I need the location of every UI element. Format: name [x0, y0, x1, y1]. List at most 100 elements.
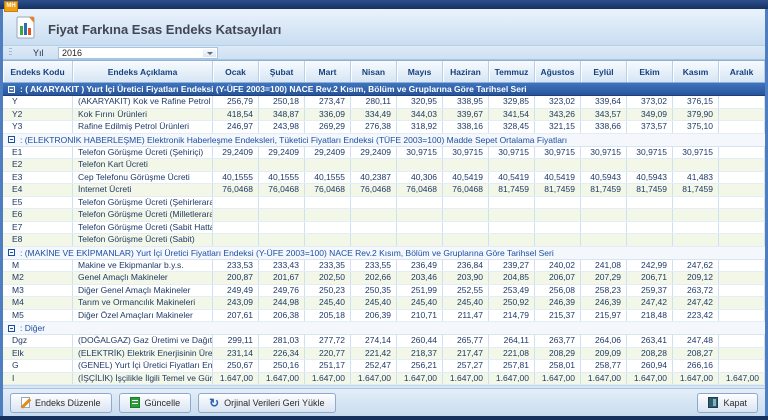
cell-month-value[interactable]: 81,7459	[489, 184, 535, 196]
cell-month-value[interactable]: 260,44	[397, 335, 443, 347]
cell-month-value[interactable]: 233,43	[259, 260, 305, 272]
cell-month-value[interactable]: 30,9715	[535, 147, 581, 159]
cell-month-value[interactable]: 1.647,00	[489, 373, 535, 385]
table-row[interactable]: M2Genel Amaçlı Makineler200,87201,67202,…	[3, 272, 765, 285]
cell-index-code[interactable]: G	[3, 360, 73, 372]
cell-month-value[interactable]: 321,15	[535, 121, 581, 133]
cell-month-value[interactable]: 264,11	[489, 335, 535, 347]
cell-month-value[interactable]	[719, 172, 765, 184]
cell-index-description[interactable]: Rafine Edilmiş Petrol Ürünleri	[73, 121, 213, 133]
cell-month-value[interactable]: 249,76	[259, 285, 305, 297]
cell-month-value[interactable]: 1.647,00	[213, 373, 259, 385]
cell-month-value[interactable]: 379,90	[673, 109, 719, 121]
cell-index-code[interactable]: Dgz	[3, 335, 73, 347]
cell-month-value[interactable]	[535, 222, 581, 234]
cell-month-value[interactable]: 208,29	[535, 348, 581, 360]
cell-index-code[interactable]: Y3	[3, 121, 73, 133]
cell-month-value[interactable]: 203,90	[443, 272, 489, 284]
cell-month-value[interactable]	[489, 159, 535, 171]
cell-index-description[interactable]: Telefon Görüşme Ücreti (Milletlerarası)	[73, 209, 213, 221]
cell-month-value[interactable]	[673, 234, 719, 246]
cell-month-value[interactable]: 30,9715	[397, 147, 443, 159]
cell-month-value[interactable]: 215,97	[581, 310, 627, 322]
table-row[interactable]: Elk(ELEKTRİK) Elektrik Enerjisinin Üreti…	[3, 348, 765, 361]
cell-month-value[interactable]	[489, 197, 535, 209]
cell-month-value[interactable]: 318,92	[397, 121, 443, 133]
cell-month-value[interactable]: 205,18	[305, 310, 351, 322]
cell-month-value[interactable]	[719, 197, 765, 209]
cell-month-value[interactable]: 239,27	[489, 260, 535, 272]
cell-month-value[interactable]	[719, 310, 765, 322]
cell-month-value[interactable]: 256,21	[397, 360, 443, 372]
cell-index-code[interactable]: E5	[3, 197, 73, 209]
cell-month-value[interactable]	[213, 209, 259, 221]
cell-month-value[interactable]: 281,03	[259, 335, 305, 347]
cell-month-value[interactable]: 373,57	[627, 121, 673, 133]
cell-month-value[interactable]: 253,49	[489, 285, 535, 297]
cell-index-code[interactable]: E4	[3, 184, 73, 196]
cell-month-value[interactable]: 244,98	[259, 297, 305, 309]
cell-month-value[interactable]	[627, 234, 673, 246]
table-row[interactable]: E5Telefon Görüşme Ücreti (Şehirlerarası)	[3, 197, 765, 210]
table-row[interactable]: E6Telefon Görüşme Ücreti (Milletlerarası…	[3, 209, 765, 222]
cell-month-value[interactable]: 263,72	[673, 285, 719, 297]
cell-month-value[interactable]: 257,81	[489, 360, 535, 372]
cell-month-value[interactable]: 247,42	[627, 297, 673, 309]
column-header-5[interactable]: Nisan	[351, 61, 397, 82]
cell-month-value[interactable]: 223,42	[673, 310, 719, 322]
cell-month-value[interactable]	[397, 222, 443, 234]
cell-month-value[interactable]: 30,9715	[581, 147, 627, 159]
cell-month-value[interactable]	[719, 360, 765, 372]
cell-month-value[interactable]: 273,47	[305, 96, 351, 108]
cell-month-value[interactable]: 1.647,00	[581, 373, 627, 385]
cell-month-value[interactable]: 210,71	[397, 310, 443, 322]
cell-index-description[interactable]: Kok Fırını Ürünleri	[73, 109, 213, 121]
table-row[interactable]: G(GENEL) Yurt İçi Üretici Fiyatları Ende…	[3, 360, 765, 373]
cell-month-value[interactable]: 201,67	[259, 272, 305, 284]
cell-month-value[interactable]: 336,09	[305, 109, 351, 121]
cell-index-description[interactable]: Telefon Görüşme Ücreti (Şehiriçi)	[73, 147, 213, 159]
cell-index-description[interactable]: Tarım ve Ormancılık Makineleri	[73, 297, 213, 309]
cell-month-value[interactable]: 245,40	[443, 297, 489, 309]
cell-month-value[interactable]	[351, 222, 397, 234]
group-header-row[interactable]: : (MAKİNE VE EKİPMANLAR) Yurt İçi Üretic…	[3, 247, 765, 260]
cell-month-value[interactable]: 250,16	[259, 360, 305, 372]
cell-index-code[interactable]: E3	[3, 172, 73, 184]
cell-month-value[interactable]: 339,64	[581, 96, 627, 108]
table-row[interactable]: I(İŞÇİLİK) İşçilikle İlgili Temel ve Gün…	[3, 373, 765, 386]
cell-month-value[interactable]: 344,03	[397, 109, 443, 121]
cell-month-value[interactable]: 338,66	[581, 121, 627, 133]
cell-month-value[interactable]	[627, 197, 673, 209]
cell-month-value[interactable]: 217,47	[443, 348, 489, 360]
table-row[interactable]: MMakine ve Ekipmanlar b.y.s.233,53233,43…	[3, 260, 765, 273]
cell-month-value[interactable]: 40,1555	[213, 172, 259, 184]
cell-month-value[interactable]: 206,39	[351, 310, 397, 322]
table-row[interactable]: E2Telefon Kart Ücreti	[3, 159, 765, 172]
cell-month-value[interactable]: 29,2409	[351, 147, 397, 159]
cell-month-value[interactable]: 214,79	[489, 310, 535, 322]
cell-month-value[interactable]: 76,0468	[443, 184, 489, 196]
cell-month-value[interactable]	[397, 197, 443, 209]
year-combobox[interactable]: 2016	[58, 47, 218, 59]
cell-month-value[interactable]: 76,0468	[305, 184, 351, 196]
cell-month-value[interactable]: 341,54	[489, 109, 535, 121]
cell-month-value[interactable]: 236,49	[397, 260, 443, 272]
cell-index-code[interactable]: I	[3, 373, 73, 385]
cell-month-value[interactable]: 264,06	[581, 335, 627, 347]
cell-month-value[interactable]: 218,48	[627, 310, 673, 322]
column-header-11[interactable]: Ekim	[627, 61, 673, 82]
cell-index-code[interactable]: Elk	[3, 348, 73, 360]
cell-month-value[interactable]: 240,02	[535, 260, 581, 272]
cell-month-value[interactable]: 1.647,00	[259, 373, 305, 385]
cell-month-value[interactable]: 250,23	[305, 285, 351, 297]
cell-index-description[interactable]: Makine ve Ekipmanlar b.y.s.	[73, 260, 213, 272]
cell-month-value[interactable]: 30,9715	[443, 147, 489, 159]
cell-index-description[interactable]: (DOĞALGAZ) Gaz Üretimi ve Dağıtımı	[73, 335, 213, 347]
cell-month-value[interactable]: 41,483	[673, 172, 719, 184]
cell-month-value[interactable]	[581, 209, 627, 221]
cell-month-value[interactable]: 30,9715	[673, 147, 719, 159]
cell-month-value[interactable]: 40,5419	[489, 172, 535, 184]
column-header-0[interactable]: Endeks Kodu	[3, 61, 73, 82]
cell-month-value[interactable]: 76,0468	[259, 184, 305, 196]
chevron-down-icon[interactable]	[203, 49, 216, 57]
